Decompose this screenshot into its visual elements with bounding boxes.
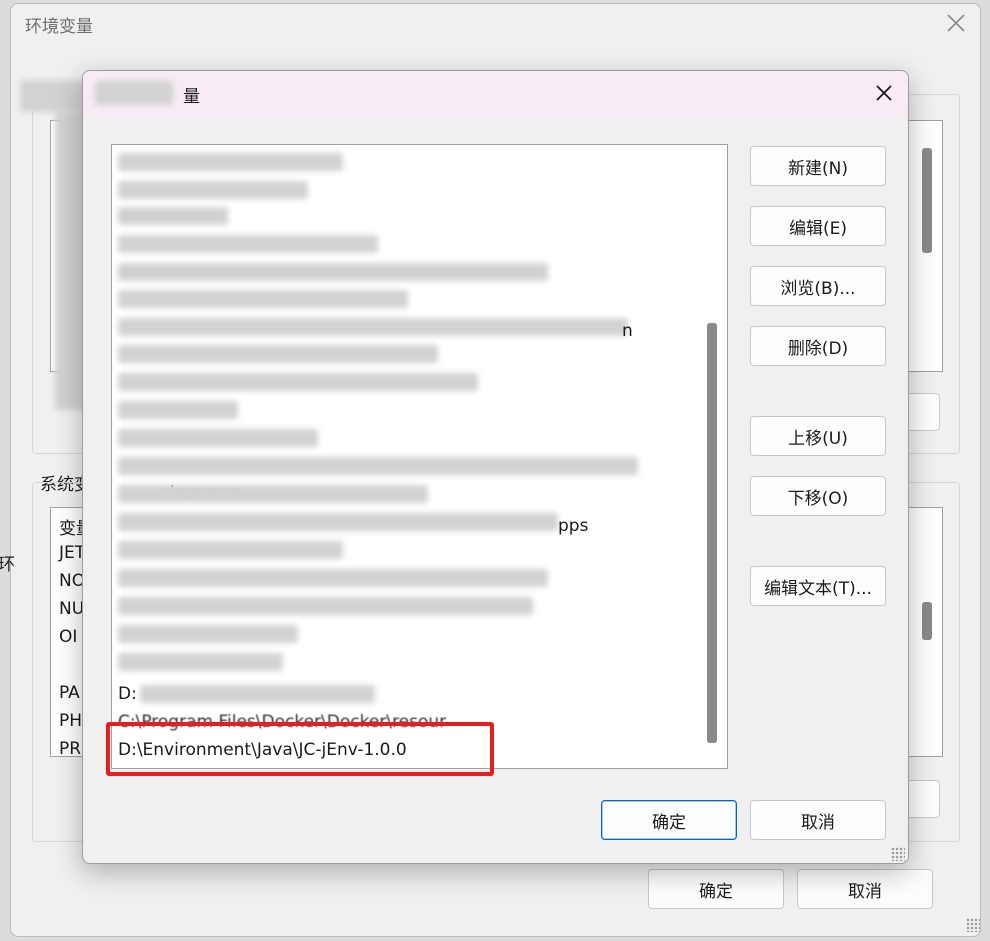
edit-button[interactable]: 编辑(E) [750, 206, 886, 246]
blurred-entry [118, 625, 298, 643]
list-item[interactable]: PH [59, 711, 82, 731]
dialog-cancel-button[interactable]: 取消 [750, 800, 886, 840]
outer-ok-button[interactable]: 确定 [648, 869, 784, 909]
blurred-entry [118, 181, 308, 199]
blurred-entry [118, 541, 343, 559]
user-list-scrollbar[interactable] [922, 148, 932, 253]
dialog-title-blur [95, 81, 173, 105]
blurred-entry [118, 653, 283, 671]
browse-button[interactable]: 浏览(B)... [750, 266, 886, 306]
path-list-scrollbar[interactable] [707, 323, 717, 743]
path-list[interactable]: n vironmen pps D: C:\Program Files\Docke… [111, 144, 728, 769]
outer-cancel-button[interactable]: 取消 [797, 869, 933, 909]
dialog-resize-grip-icon [891, 847, 905, 861]
blurred-entry [118, 373, 478, 391]
dialog-close-icon[interactable] [872, 81, 896, 105]
path-entry-d[interactable]: D: [112, 680, 137, 707]
blurred-entry [118, 290, 408, 308]
blurred-entry [118, 485, 428, 503]
blurred-entry [118, 153, 343, 171]
highlight-annotation-box [106, 722, 494, 776]
blurred-entry [118, 235, 378, 253]
move-up-button[interactable]: 上移(U) [750, 416, 886, 456]
edit-text-button[interactable]: 编辑文本(T)... [750, 566, 886, 606]
blurred-entry [118, 597, 533, 615]
dialog-title: 量 [183, 87, 200, 107]
blurred-entry [118, 345, 438, 363]
path-fragment-apps: pps [558, 515, 589, 536]
dialog-title-bar [83, 71, 908, 115]
outer-window-title: 环境变量 [25, 17, 93, 37]
blurred-entry [140, 685, 375, 703]
new-button[interactable]: 新建(N) [750, 146, 886, 186]
list-item[interactable]: NU [59, 599, 84, 619]
system-list-scrollbar[interactable] [922, 602, 932, 640]
list-item[interactable]: PR [59, 739, 81, 756]
path-fragment-n: n [622, 320, 633, 341]
blurred-entry [118, 457, 638, 475]
left-edge-label: 环 [0, 555, 15, 575]
dialog-ok-button[interactable]: 确定 [601, 800, 737, 840]
blurred-entry [118, 429, 318, 447]
blurred-entry [118, 401, 238, 419]
outer-close-icon[interactable] [945, 12, 967, 34]
move-down-button[interactable]: 下移(O) [750, 476, 886, 516]
outer-resize-grip-icon [966, 918, 980, 932]
blurred-entry [118, 569, 548, 587]
blurred-entry [118, 263, 548, 281]
delete-button[interactable]: 删除(D) [750, 326, 886, 366]
blurred-entry [118, 318, 628, 336]
blurred-entry [118, 207, 228, 225]
list-item[interactable]: OI [59, 627, 77, 647]
list-item[interactable]: PA [59, 683, 80, 703]
blurred-entry [118, 513, 558, 531]
